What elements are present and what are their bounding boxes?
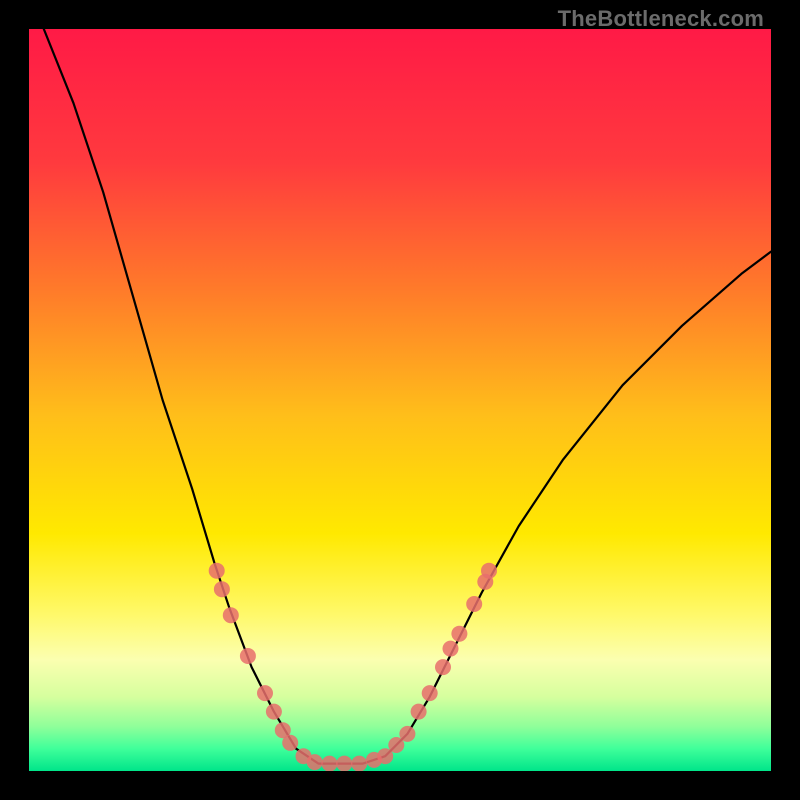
data-point xyxy=(411,704,427,720)
curve-layer xyxy=(29,29,771,771)
plot-area xyxy=(29,29,771,771)
bottleneck-curve xyxy=(44,29,771,764)
data-point xyxy=(282,735,298,751)
data-point xyxy=(223,607,239,623)
watermark-text: TheBottleneck.com xyxy=(558,6,764,32)
chart-stage: TheBottleneck.com xyxy=(0,0,800,800)
data-point xyxy=(481,563,497,579)
data-point xyxy=(307,754,323,770)
data-point xyxy=(336,756,352,771)
data-point xyxy=(351,756,367,771)
data-point xyxy=(240,648,256,664)
data-point xyxy=(443,641,459,657)
data-point xyxy=(322,756,338,771)
data-point xyxy=(466,596,482,612)
data-point xyxy=(266,704,282,720)
data-point xyxy=(209,563,225,579)
data-point xyxy=(451,626,467,642)
data-point xyxy=(399,726,415,742)
data-point xyxy=(435,659,451,675)
data-point xyxy=(214,581,230,597)
data-point xyxy=(422,685,438,701)
data-point xyxy=(257,685,273,701)
